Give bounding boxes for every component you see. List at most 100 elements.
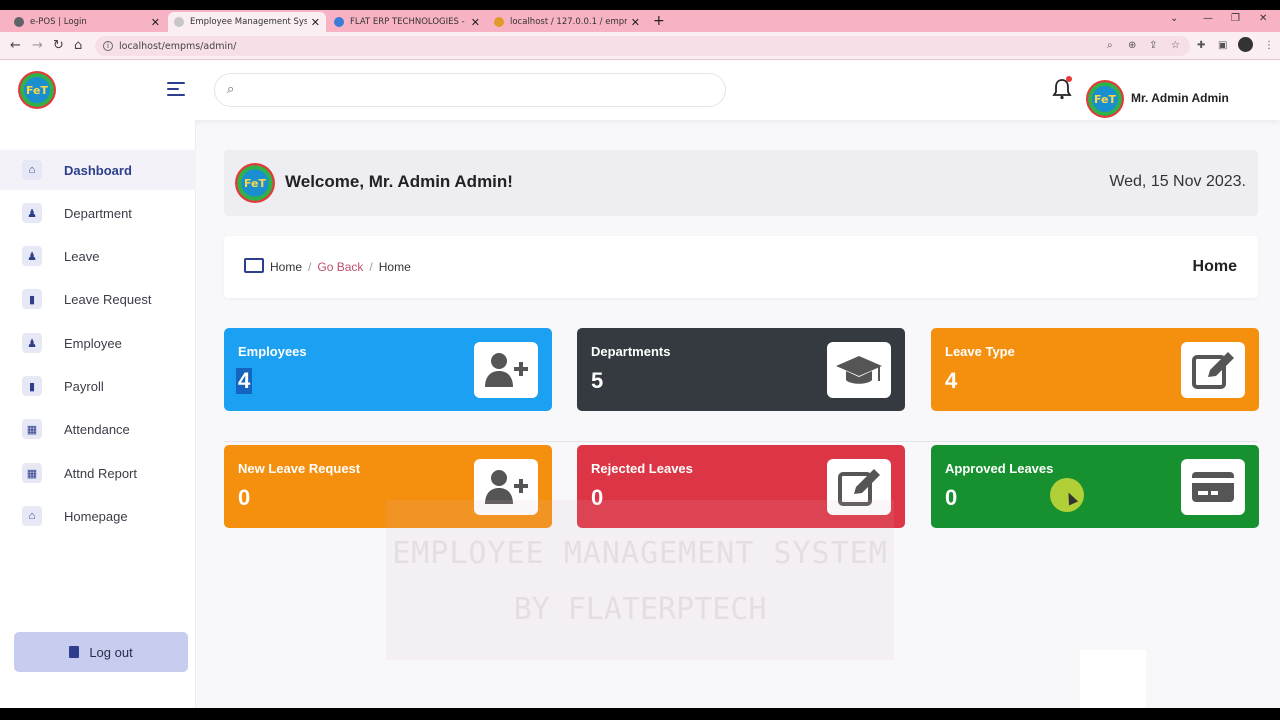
sidebar-item-attnd-report[interactable]: ▦ Attnd Report [0, 453, 196, 493]
card-label: Employees [238, 344, 307, 359]
reload-icon[interactable]: ↻ [53, 38, 64, 53]
forward-arrow-icon[interactable]: → [32, 38, 43, 53]
card-leave-type[interactable]: Leave Type 4 [931, 328, 1259, 411]
graduation-cap-icon [827, 342, 891, 398]
sidebar-item-label: Payroll [64, 378, 104, 394]
watermark: EMPLOYEE MANAGEMENT SYSTEM BY FLATERPTEC… [386, 500, 894, 660]
card-value: 4 [945, 368, 958, 393]
sidebar-item-label: Dashboard [64, 162, 132, 178]
welcome-logo: FeT [235, 163, 275, 203]
app-logo[interactable]: FeT [18, 71, 56, 109]
share-icon[interactable]: ⇪ [1149, 40, 1157, 51]
breadcrumb-home-link[interactable]: Home [270, 260, 302, 274]
credit-card-icon [1181, 459, 1245, 515]
globe-icon [334, 17, 344, 27]
notification-bell-icon[interactable] [1052, 76, 1072, 100]
card-employees[interactable]: Employees 4 [224, 328, 552, 411]
extensions-icon[interactable]: ✚ [1197, 40, 1205, 51]
search-input[interactable] [249, 80, 709, 100]
tab-title: localhost / 127.0.0.1 / empms / [510, 17, 627, 27]
close-tab-icon[interactable]: ✕ [151, 16, 160, 29]
phpmyadmin-icon [494, 17, 504, 27]
browser-tab-flaterp[interactable]: FLAT ERP TECHNOLOGIES - We ✕ [328, 12, 486, 32]
menu-dots-icon[interactable]: ⋮ [1264, 40, 1274, 51]
search-box[interactable]: ⌕ [214, 73, 726, 107]
card-label: New Leave Request [238, 461, 361, 476]
sidebar-item-leave[interactable]: ♟ Leave [0, 236, 196, 276]
user-tie-icon: ♟ [22, 203, 42, 223]
browser-tab-ems[interactable]: Employee Management System ✕ [168, 12, 326, 32]
hamburger-menu-icon[interactable] [167, 82, 185, 96]
card-value: 5 [591, 368, 604, 393]
browser-tab-epos[interactable]: e-POS | Login ✕ [8, 12, 166, 32]
sidebar-item-homepage[interactable]: ⌂ Homepage [0, 496, 196, 536]
close-tab-icon[interactable]: ✕ [311, 16, 320, 29]
sidebar-item-label: Attendance [64, 421, 130, 437]
book-icon [69, 646, 80, 658]
welcome-title: Welcome, Mr. Admin Admin! [285, 172, 513, 191]
user-avatar[interactable]: FeT [1086, 80, 1124, 118]
card-label: Departments [591, 344, 671, 359]
tab-title: FLAT ERP TECHNOLOGIES - We [350, 17, 467, 27]
restore-button[interactable]: ❐ [1231, 13, 1240, 24]
welcome-panel: FeT Welcome, Mr. Admin Admin! Wed, 15 No… [224, 150, 1258, 216]
edit-icon [1181, 342, 1245, 398]
breadcrumb-path: Home / Go Back / Home [270, 260, 411, 274]
monitor-icon [244, 258, 264, 273]
sidebar-item-leave-request[interactable]: ▮ Leave Request [0, 279, 196, 319]
zoom-icon[interactable]: ⊕ [1128, 40, 1136, 51]
home-icon[interactable]: ⌂ [74, 38, 82, 53]
sidebar-item-department[interactable]: ♟ Department [0, 193, 196, 233]
sidebar-item-label: Leave [64, 248, 100, 264]
close-tab-icon[interactable]: ✕ [631, 16, 640, 29]
calculator-icon: ▦ [22, 419, 42, 439]
browser-tab-phpmyadmin[interactable]: localhost / 127.0.0.1 / empms / ✕ [488, 12, 646, 32]
card-value: 0 [238, 485, 251, 510]
sidepanel-icon[interactable]: ▣ [1218, 40, 1227, 51]
close-tab-icon[interactable]: ✕ [471, 16, 480, 29]
site-info-icon[interactable]: i [103, 41, 113, 51]
page-icon [174, 17, 184, 27]
close-window-button[interactable]: ✕ [1259, 13, 1267, 24]
home-icon: ⌂ [22, 160, 42, 180]
profile-avatar[interactable] [1238, 37, 1253, 52]
watermark-line-1: EMPLOYEE MANAGEMENT SYSTEM [392, 536, 888, 571]
globe-icon [14, 17, 24, 27]
url-text: localhost/empms/admin/ [119, 40, 237, 52]
search-icon: ⌕ [227, 82, 235, 97]
logout-button[interactable]: Log out [14, 632, 188, 672]
user-name[interactable]: Mr. Admin Admin [1131, 91, 1229, 105]
card-departments[interactable]: Departments 5 [577, 328, 905, 411]
sidebar-item-label: Attnd Report [64, 465, 137, 481]
sidebar-item-attendance[interactable]: ▦ Attendance [0, 409, 196, 449]
breadcrumb-current: Home [378, 260, 411, 274]
user-tie-icon: ♟ [22, 333, 42, 353]
sidebar-item-label: Employee [64, 335, 122, 351]
current-date: Wed, 15 Nov 2023. [1109, 173, 1246, 190]
overlay-box [1080, 650, 1146, 708]
user-plus-icon [474, 342, 538, 398]
logo-text: FeT [25, 83, 49, 97]
address-bar: ← → ↻ ⌂ i localhost/empms/admin/ ⌕ ⊕ ⇪ ☆… [0, 32, 1280, 60]
card-value: 0 [945, 485, 958, 510]
back-arrow-icon[interactable]: ← [10, 38, 21, 53]
card-approved-leaves[interactable]: Approved Leaves 0 [931, 445, 1259, 528]
sidebar-item-employee[interactable]: ♟ Employee [0, 323, 196, 363]
go-back-link[interactable]: Go Back [317, 260, 363, 274]
breadcrumb-separator: / [369, 260, 373, 274]
minimize-button[interactable]: — [1203, 13, 1213, 24]
door-exit-icon: ▮ [22, 289, 42, 309]
card-label: Rejected Leaves [591, 461, 693, 476]
url-field[interactable]: i localhost/empms/admin/ [95, 36, 1190, 56]
tab-search-icon[interactable]: ⌄ [1170, 13, 1178, 24]
card-label: Approved Leaves [945, 461, 1054, 476]
new-tab-button[interactable]: + [653, 13, 665, 29]
star-icon[interactable]: ☆ [1171, 40, 1180, 51]
sidebar-item-dashboard[interactable]: ⌂ Dashboard [0, 150, 196, 190]
user-tie-icon: ♟ [22, 246, 42, 266]
search-icon[interactable]: ⌕ [1107, 40, 1113, 51]
sidebar-item-payroll[interactable]: ▮ Payroll [0, 366, 196, 406]
watermark-line-2: BY FLATERPTECH [513, 592, 767, 627]
home-icon: ⌂ [22, 506, 42, 526]
logout-label: Log out [89, 644, 133, 660]
